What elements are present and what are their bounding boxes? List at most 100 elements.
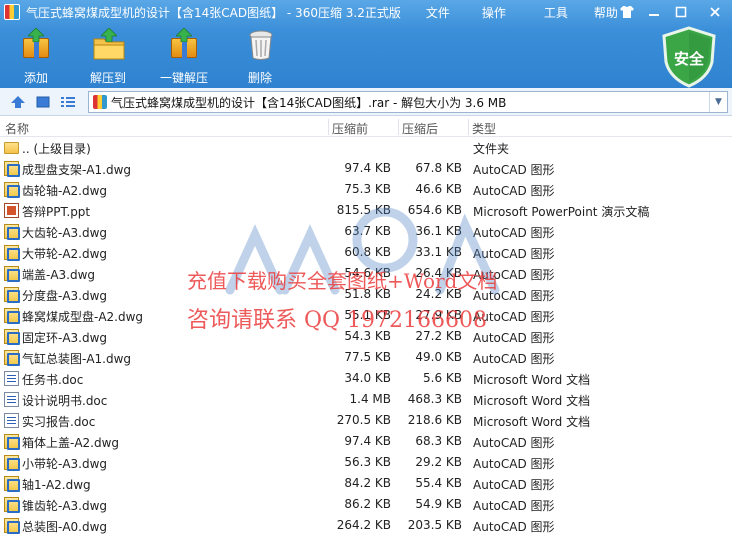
dwg-file-icon bbox=[4, 308, 20, 324]
file-name: 成型盘支架-A1.dwg bbox=[22, 163, 132, 177]
window-title: 气压式蜂窝煤成型机的设计【含14张CAD图纸】 - 360压缩 3.2正式版 bbox=[26, 5, 401, 20]
list-item[interactable]: 锥齿轮-A3.dwg 86.2 KB 54.9 KB AutoCAD 图形 bbox=[0, 494, 732, 515]
column-name[interactable]: 名称 bbox=[5, 120, 29, 137]
dwg-file-icon bbox=[4, 518, 20, 534]
file-packed-size: 5.6 KB bbox=[423, 371, 462, 385]
add-archive-icon bbox=[19, 28, 53, 59]
file-type: AutoCAD 图形 bbox=[473, 352, 555, 366]
column-packed-size[interactable]: 压缩后 bbox=[402, 120, 438, 137]
archive-path-text: 气压式蜂窝煤成型机的设计【含14张CAD图纸】.rar - 解包大小为 3.6 … bbox=[111, 95, 507, 110]
column-type[interactable]: 类型 bbox=[472, 120, 496, 137]
file-packed-size: 29.2 KB bbox=[415, 455, 462, 469]
list-item[interactable]: .. (上级目录) 文件夹 bbox=[0, 137, 732, 158]
dwg-file-icon bbox=[4, 161, 20, 177]
delete-label: 删除 bbox=[247, 71, 272, 85]
file-name: 设计说明书.doc bbox=[22, 394, 108, 408]
watermark-line-1: 充值下载购买全套图纸+Word文档 bbox=[187, 269, 498, 293]
file-size: 77.5 KB bbox=[344, 350, 391, 364]
security-shield-button[interactable]: 安全 bbox=[660, 26, 718, 88]
file-size: 97.4 KB bbox=[344, 161, 391, 175]
skin-icon[interactable] bbox=[614, 2, 640, 22]
chevron-down-icon[interactable]: ▼ bbox=[709, 92, 727, 112]
title-toolbar-area: 气压式蜂窝煤成型机的设计【含14张CAD图纸】 - 360压缩 3.2正式版 文… bbox=[0, 0, 732, 88]
file-packed-size: 67.8 KB bbox=[415, 161, 462, 175]
list-item[interactable]: 箱体上盖-A2.dwg 97.4 KB 68.3 KB AutoCAD 图形 bbox=[0, 431, 732, 452]
title-bar: 气压式蜂窝煤成型机的设计【含14张CAD图纸】 - 360压缩 3.2正式版 文… bbox=[0, 0, 732, 24]
file-type: AutoCAD 图形 bbox=[473, 436, 555, 450]
file-name: 任务书.doc bbox=[22, 373, 84, 387]
list-item[interactable]: 设计说明书.doc 1.4 MB 468.3 KB Microsoft Word… bbox=[0, 389, 732, 410]
file-type: Microsoft Word 文档 bbox=[473, 394, 591, 408]
file-name: 端盖-A3.dwg bbox=[22, 268, 96, 282]
address-bar: 气压式蜂窝煤成型机的设计【含14张CAD图纸】.rar - 解包大小为 3.6 … bbox=[0, 88, 732, 116]
delete-button[interactable]: 删除 bbox=[224, 28, 296, 86]
maximize-icon[interactable] bbox=[668, 2, 694, 22]
dwg-file-icon bbox=[4, 455, 20, 471]
one-click-extract-icon bbox=[167, 28, 201, 59]
extract-to-button[interactable]: 解压到 bbox=[72, 28, 144, 86]
list-item[interactable]: 气缸总装图-A1.dwg 77.5 KB 49.0 KB AutoCAD 图形 bbox=[0, 347, 732, 368]
archive-path-field[interactable]: 气压式蜂窝煤成型机的设计【含14张CAD图纸】.rar - 解包大小为 3.6 … bbox=[88, 91, 728, 113]
toolbar: 添加 解压到 一键解压 删除 bbox=[0, 28, 296, 86]
file-type: 文件夹 bbox=[473, 142, 510, 156]
file-packed-size: 68.3 KB bbox=[415, 434, 462, 448]
close-icon[interactable] bbox=[702, 2, 728, 22]
file-name: 答辩PPT.ppt bbox=[22, 205, 91, 219]
file-packed-size: 218.6 KB bbox=[407, 413, 462, 427]
large-icons-view-icon[interactable] bbox=[35, 94, 51, 110]
file-list-header: 名称 压缩前 压缩后 类型 bbox=[0, 117, 732, 137]
file-name: 分度盘-A3.dwg bbox=[22, 289, 108, 303]
file-name: 锥齿轮-A3.dwg bbox=[22, 499, 108, 513]
doc-file-icon bbox=[4, 413, 19, 428]
menu-file[interactable]: 文件 bbox=[413, 4, 463, 21]
minimize-icon[interactable] bbox=[641, 2, 667, 22]
file-type: Microsoft Word 文档 bbox=[473, 415, 591, 429]
file-packed-size: 55.4 KB bbox=[415, 476, 462, 490]
file-packed-size: 468.3 KB bbox=[407, 392, 462, 406]
file-size: 1.4 MB bbox=[349, 392, 391, 406]
file-size: 75.3 KB bbox=[344, 182, 391, 196]
one-click-extract-button[interactable]: 一键解压 bbox=[144, 28, 224, 86]
folder-icon bbox=[4, 142, 19, 154]
menu-tools[interactable]: 工具 bbox=[531, 4, 581, 21]
column-original-size[interactable]: 压缩前 bbox=[332, 120, 368, 137]
file-size: 34.0 KB bbox=[344, 371, 391, 385]
dwg-file-icon bbox=[4, 329, 20, 345]
menu-operation[interactable]: 操作 bbox=[469, 4, 519, 21]
file-name: .. (上级目录) bbox=[22, 142, 91, 156]
file-name: 固定环-A3.dwg bbox=[22, 331, 108, 345]
dwg-file-icon bbox=[4, 434, 20, 450]
file-name: 蜂窝煤成型盘-A2.dwg bbox=[22, 310, 144, 324]
file-type: AutoCAD 图形 bbox=[473, 163, 555, 177]
list-item[interactable]: 轴1-A2.dwg 84.2 KB 55.4 KB AutoCAD 图形 bbox=[0, 473, 732, 494]
list-item[interactable]: 任务书.doc 34.0 KB 5.6 KB Microsoft Word 文档 bbox=[0, 368, 732, 389]
rar-archive-icon bbox=[93, 95, 107, 109]
doc-file-icon bbox=[4, 392, 19, 407]
file-size: 56.3 KB bbox=[344, 455, 391, 469]
list-item[interactable]: 小带轮-A3.dwg 56.3 KB 29.2 KB AutoCAD 图形 bbox=[0, 452, 732, 473]
add-button[interactable]: 添加 bbox=[0, 28, 72, 86]
add-label: 添加 bbox=[23, 71, 48, 85]
dwg-file-icon bbox=[4, 266, 20, 282]
dwg-file-icon bbox=[4, 245, 20, 261]
file-name: 箱体上盖-A2.dwg bbox=[22, 436, 120, 450]
file-packed-size: 46.6 KB bbox=[415, 182, 462, 196]
trash-bin-icon bbox=[243, 30, 277, 60]
file-name: 实习报告.doc bbox=[22, 415, 96, 429]
file-size: 84.2 KB bbox=[344, 476, 391, 490]
file-type: AutoCAD 图形 bbox=[473, 520, 555, 534]
file-name: 小带轮-A3.dwg bbox=[22, 457, 108, 471]
file-size: 86.2 KB bbox=[344, 497, 391, 511]
list-view-icon[interactable] bbox=[60, 94, 76, 110]
up-arrow-icon[interactable] bbox=[10, 94, 26, 110]
file-size: 97.4 KB bbox=[344, 434, 391, 448]
file-name: 大带轮-A2.dwg bbox=[22, 247, 108, 261]
ppt-file-icon bbox=[4, 203, 19, 218]
watermark-line-2: 咨询请联系 QQ 1972166608 bbox=[187, 308, 488, 333]
list-item[interactable]: 实习报告.doc 270.5 KB 218.6 KB Microsoft Wor… bbox=[0, 410, 732, 431]
list-item[interactable]: 总装图-A0.dwg 264.2 KB 203.5 KB AutoCAD 图形 bbox=[0, 515, 732, 536]
file-type: AutoCAD 图形 bbox=[473, 457, 555, 471]
list-item[interactable]: 成型盘支架-A1.dwg 97.4 KB 67.8 KB AutoCAD 图形 bbox=[0, 158, 732, 179]
extract-folder-icon bbox=[91, 28, 125, 60]
dwg-file-icon bbox=[4, 476, 20, 492]
